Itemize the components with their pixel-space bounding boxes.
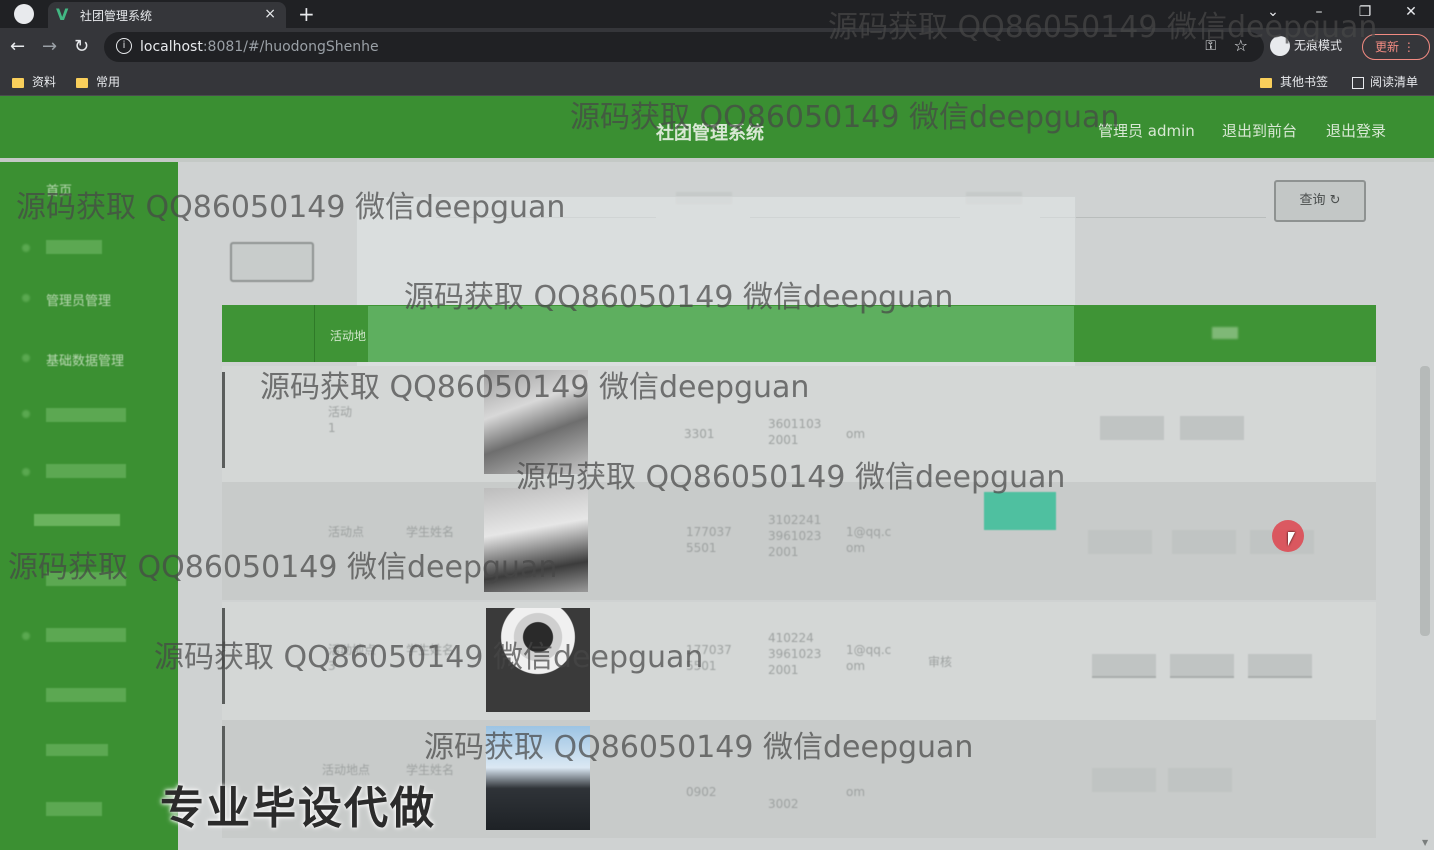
watermark: 源码获取 QQ86050149 微信deepguan	[8, 550, 558, 585]
watermark: 源码获取 QQ86050149 微信deepguan	[424, 730, 974, 765]
reading-list[interactable]: 阅读清单	[1352, 73, 1418, 90]
review-button[interactable]	[1180, 416, 1244, 440]
sidebar-item-admin[interactable]: 管理员管理	[46, 290, 111, 309]
refresh-icon: ↻	[1329, 193, 1341, 208]
detail-button[interactable]	[1092, 768, 1156, 792]
bookmark-folder-changyong[interactable]: 常用	[76, 73, 120, 90]
sidebar-item-icon	[22, 244, 30, 252]
sidebar-item-icon	[22, 410, 30, 418]
folder-icon	[76, 77, 88, 88]
back-arrow-icon[interactable]: ←	[10, 36, 25, 57]
browser-tab[interactable]: V 社团管理系统 ×	[48, 2, 286, 28]
cell-location: 活动 1	[328, 405, 353, 435]
watermark: 源码获取 QQ86050149 微信deepguan	[154, 640, 704, 675]
row-border	[222, 372, 225, 468]
scroll-down-arrow-icon[interactable]: ▼	[1422, 838, 1428, 847]
bookmark-folder-ziliao[interactable]: 资料	[12, 73, 56, 90]
site-info-icon[interactable]: i	[116, 38, 132, 54]
tab-title: 社团管理系统	[80, 9, 153, 23]
cell-phone: 3301	[684, 427, 715, 441]
sidebar: 首页 管理员管理 基础数据管理	[0, 162, 178, 850]
scrollbar-thumb[interactable]	[1420, 366, 1430, 636]
watermark: 源码获取 QQ86050149 微信deepguan	[516, 460, 1066, 495]
cell-email: 1@qq.c om	[846, 643, 892, 673]
column-header-ops	[1212, 327, 1238, 339]
folder-icon	[12, 77, 24, 88]
watermark: 源码获取 QQ86050149 微信deepguan	[260, 370, 810, 405]
cell-phone: 0902	[686, 785, 717, 799]
cell-id-number: 3601103 2001	[768, 417, 822, 447]
cell-status: 审核	[928, 655, 953, 669]
sidebar-item-12[interactable]	[46, 802, 102, 816]
sidebar-item-base-data[interactable]: 基础数据管理	[46, 350, 124, 369]
delete-button[interactable]	[1248, 654, 1312, 678]
watermark: 源码获取 QQ86050149 微信deepguan	[570, 100, 1120, 135]
review-button[interactable]	[1172, 530, 1236, 554]
tab-close-icon[interactable]: ×	[264, 6, 276, 22]
folder-icon	[1260, 77, 1272, 88]
sidebar-item-10[interactable]	[46, 688, 126, 702]
close-window-button[interactable]: ✕	[1388, 0, 1434, 28]
cell-email: 1@qq.c om	[846, 525, 892, 555]
mouse-cursor-icon	[1288, 532, 1295, 546]
sidebar-item-icon	[22, 632, 30, 640]
cell-student-name: 学生姓名	[406, 525, 455, 539]
cell-location: 活动点	[328, 525, 365, 539]
sidebar-item-6[interactable]	[46, 464, 126, 478]
logout-link[interactable]: 退出登录	[1326, 120, 1386, 141]
detail-button[interactable]	[1092, 654, 1156, 678]
cell-email: om	[846, 427, 866, 441]
column-header-location: 活动地	[330, 329, 367, 343]
detail-button[interactable]	[1100, 416, 1164, 440]
review-button[interactable]	[1170, 654, 1234, 678]
promo-overlay: 专业毕设代做	[160, 783, 436, 834]
sidebar-item-7[interactable]	[34, 514, 120, 526]
exit-to-front-link[interactable]: 退出到前台	[1222, 120, 1297, 141]
forward-arrow-icon[interactable]: →	[42, 36, 57, 57]
cell-phone: 177037 5501	[686, 525, 732, 555]
sidebar-item-5[interactable]	[46, 408, 126, 422]
url-text[interactable]: localhost:8081/#/huodongShenhe	[140, 39, 379, 55]
review-button[interactable]	[1168, 768, 1232, 792]
sidebar-item-11[interactable]	[46, 744, 108, 756]
sidebar-item-icon	[22, 468, 30, 476]
cell-id-number: 410224 3961023 2001	[768, 631, 822, 677]
query-button[interactable]: 查询 ↻	[1274, 180, 1366, 222]
reload-icon[interactable]: ↻	[74, 36, 89, 57]
detail-button[interactable]	[1088, 530, 1152, 554]
cell-email: om	[846, 785, 866, 799]
ghost-confirm-button	[984, 492, 1056, 530]
column-divider	[314, 305, 315, 362]
watermark: 源码获取 QQ86050149 微信deepguan	[16, 190, 566, 225]
sidebar-item-icon	[22, 294, 30, 302]
sidebar-item-2[interactable]	[46, 240, 102, 254]
incognito-icon	[14, 4, 34, 24]
sidebar-item-9[interactable]	[46, 628, 126, 642]
other-bookmarks[interactable]: 其他书签	[1260, 73, 1328, 90]
cell-id-number: 3102241 3961023 2001	[768, 513, 822, 559]
new-tab-button[interactable]: +	[298, 2, 315, 26]
batch-action-button[interactable]	[230, 242, 314, 282]
vue-logo-icon: V	[56, 5, 69, 24]
cell-id-number: 3002	[768, 797, 799, 811]
sidebar-item-icon	[22, 354, 30, 362]
watermark: 源码获取 QQ86050149 微信deepguan	[828, 10, 1378, 45]
watermark: 源码获取 QQ86050149 微信deepguan	[404, 280, 954, 315]
reading-list-icon	[1352, 76, 1364, 89]
